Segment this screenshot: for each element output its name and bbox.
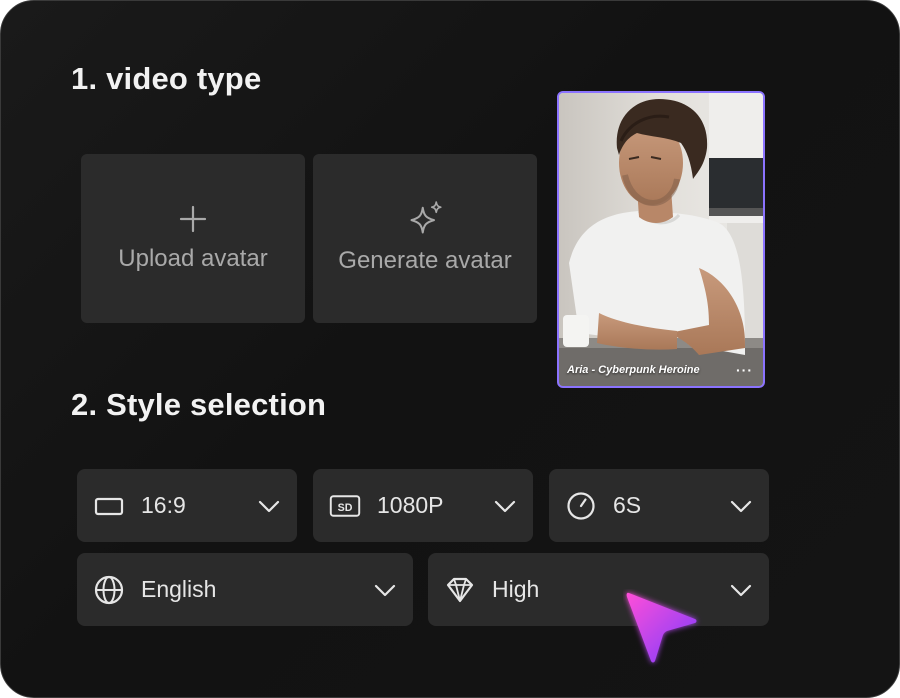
video-settings-panel: 1. video type Upload avatar Generate ava… (0, 0, 900, 698)
duration-select[interactable]: 6S (549, 469, 769, 542)
upload-avatar-button[interactable]: Upload avatar (81, 154, 305, 323)
language-select[interactable]: English (77, 553, 413, 626)
pointer-cursor-icon (626, 592, 697, 663)
diamond-icon (444, 574, 476, 606)
avatar-more-icon[interactable]: ··· (736, 362, 753, 378)
sparkle-icon (410, 200, 442, 234)
video-type-heading: 1. video type (71, 61, 262, 96)
aspect-ratio-select[interactable]: 16:9 (77, 469, 297, 542)
resolution-value: 1080P (377, 492, 444, 518)
timer-icon (565, 490, 597, 522)
chevron-down-icon (494, 500, 516, 512)
aspect-ratio-icon (93, 490, 125, 522)
chevron-down-icon (730, 500, 752, 512)
globe-icon (93, 574, 125, 606)
selected-avatar-card[interactable]: Aria - Cyberpunk Heroine ··· (557, 91, 765, 388)
style-selection-heading: 2. Style selection (71, 387, 327, 422)
avatar-caption: Aria - Cyberpunk Heroine (567, 364, 700, 376)
aspect-ratio-value: 16:9 (141, 492, 186, 518)
quality-select[interactable]: High (428, 553, 769, 626)
svg-text:SD: SD (338, 501, 353, 513)
resolution-select[interactable]: SD 1080P (313, 469, 533, 542)
chevron-down-icon (730, 584, 752, 596)
chevron-down-icon (374, 584, 396, 596)
duration-value: 6S (613, 492, 642, 518)
sd-icon: SD (329, 490, 361, 522)
avatar-photo (559, 93, 763, 386)
chevron-down-icon (258, 500, 280, 512)
upload-avatar-label: Upload avatar (118, 244, 268, 272)
generate-avatar-label: Generate avatar (338, 246, 512, 274)
generate-avatar-button[interactable]: Generate avatar (313, 154, 537, 323)
plus-icon (179, 205, 207, 232)
language-value: English (141, 576, 217, 602)
